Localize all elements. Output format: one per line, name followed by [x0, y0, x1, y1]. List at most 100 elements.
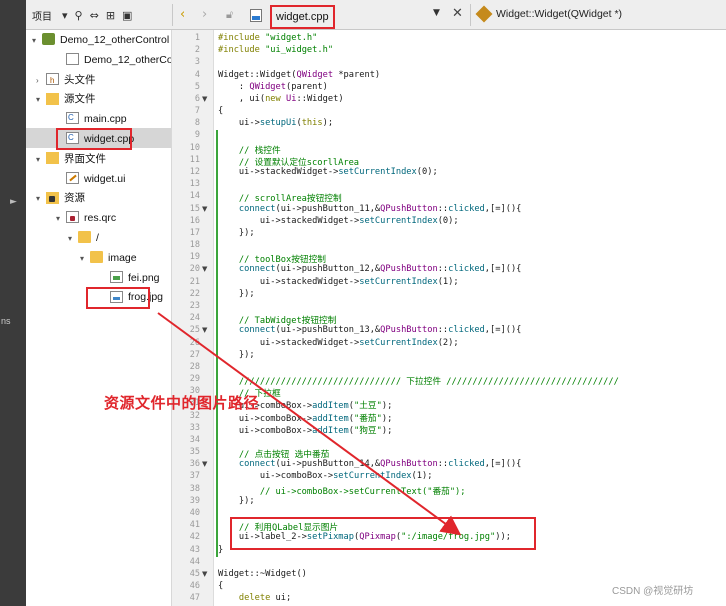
- code-line[interactable]: connect(ui->pushButton_12,&QPushButton::…: [218, 264, 522, 274]
- code-line[interactable]: /////////////////////////////// 下拉控件 ///…: [218, 374, 619, 387]
- tree-toggle-icon[interactable]: ▾: [36, 190, 46, 208]
- tree-item[interactable]: ▾ 界面文件: [36, 150, 106, 168]
- tree-toggle-icon[interactable]: ▾: [36, 91, 46, 109]
- line-number: 42: [189, 532, 200, 543]
- tree-item[interactable]: ▾ Demo_12_otherControl: [32, 31, 169, 49]
- highlight-box: [86, 287, 150, 309]
- project-dropdown[interactable]: 项目: [32, 8, 52, 23]
- tree-item[interactable]: ▾ image: [80, 249, 137, 267]
- close-sidebar-icon[interactable]: ▣: [122, 9, 132, 22]
- code-line[interactable]: ui->stackedWidget->setCurrentIndex(2);: [218, 338, 459, 348]
- code-line[interactable]: ui->stackedWidget->setCurrentIndex(0);: [218, 167, 438, 177]
- line-number: 38: [189, 483, 200, 494]
- tree-toggle-icon[interactable]: ▾: [80, 250, 90, 268]
- file-dropdown-icon[interactable]: ▼: [433, 8, 440, 18]
- tree-item-label: 界面文件: [64, 152, 106, 165]
- tree-toggle-icon[interactable]: ▾: [32, 32, 42, 50]
- tree-item[interactable]: ▾ res.qrc: [56, 209, 116, 227]
- tree-item-label: widget.ui: [84, 172, 126, 185]
- line-number: 24: [189, 313, 200, 324]
- code-line[interactable]: connect(ui->pushButton_13,&QPushButton::…: [218, 325, 522, 335]
- tree-item-label: 资源: [64, 192, 85, 205]
- link-icon[interactable]: ⇔: [90, 9, 99, 22]
- code-line[interactable]: });: [218, 289, 255, 299]
- tree-item[interactable]: widget.ui: [56, 170, 125, 188]
- code-line[interactable]: Widget::~Widget(): [218, 569, 307, 579]
- tree-item[interactable]: fei.png: [100, 269, 160, 287]
- tree-item-label: Demo_12_otherControl: [84, 53, 172, 66]
- code-line[interactable]: : QWidget(parent): [218, 82, 328, 92]
- tree-item-label: main.cpp: [84, 113, 127, 126]
- tree-item[interactable]: Demo_12_otherControl: [56, 51, 172, 69]
- project-tree: ▾ Demo_12_otherControl Demo_12_otherContro…: [26, 30, 172, 606]
- code-line[interactable]: // 设置默认定位scorllArea: [218, 155, 359, 168]
- code-line[interactable]: // ui->comboBox->setCurrentText("番茄");: [218, 484, 466, 497]
- tree-toggle-icon[interactable]: ▾: [36, 151, 46, 169]
- tree-item[interactable]: ▾ /: [68, 229, 99, 247]
- code-line[interactable]: });: [218, 350, 255, 360]
- forward-arrow-icon[interactable]: ›: [202, 7, 207, 22]
- line-number: 21: [189, 276, 200, 287]
- code-line[interactable]: delete ui;: [218, 593, 291, 603]
- close-file-icon[interactable]: ✕: [452, 6, 463, 21]
- code-line[interactable]: ui->comboBox->setCurrentIndex(1);: [218, 471, 433, 481]
- code-line[interactable]: #include "ui_widget.h": [218, 45, 333, 55]
- ui-file-icon: [66, 171, 79, 184]
- code-line[interactable]: ui->comboBox->addItem("狗豆");: [218, 423, 392, 436]
- code-line[interactable]: // toolBox按钮控制: [218, 252, 326, 265]
- tree-item[interactable]: › 头文件: [36, 71, 96, 90]
- code-line[interactable]: connect(ui->pushButton_11,&QPushButton::…: [218, 204, 522, 214]
- line-number: 39: [189, 495, 200, 506]
- code-line[interactable]: // scrollArea按钮控制: [218, 191, 342, 204]
- code-line[interactable]: // 点击按钮 选中番茄: [218, 447, 329, 460]
- line-number: 10: [189, 142, 200, 153]
- editor-toolbar: 项目 ▾ ⚲ ⇔ ⊞ ▣ ‹ › 🔓︎ widget.cpp ▼ ✕ Widge…: [26, 0, 726, 30]
- tree-toggle-icon[interactable]: ▾: [68, 230, 78, 248]
- code-line[interactable]: , ui(new Ui::Widget): [218, 94, 344, 104]
- fold-marker-icon[interactable]: ▼: [202, 460, 207, 468]
- line-number: 14: [189, 191, 200, 202]
- code-line[interactable]: });: [218, 496, 255, 506]
- code-line[interactable]: ui->setupUi(this);: [218, 118, 333, 128]
- code-line[interactable]: connect(ui->pushButton_14,&QPushButton::…: [218, 459, 522, 469]
- line-number: 29: [189, 374, 200, 385]
- header-folder-icon: [46, 72, 59, 90]
- code-line[interactable]: {: [218, 106, 223, 116]
- code-line[interactable]: Widget::Widget(QWidget *parent): [218, 70, 380, 80]
- code-line[interactable]: });: [218, 228, 255, 238]
- fold-marker-icon[interactable]: ▼: [202, 326, 207, 334]
- symbol-selector[interactable]: Widget::Widget(QWidget *): [496, 8, 622, 20]
- dropdown-chevron-icon[interactable]: ▾: [62, 9, 68, 22]
- code-line[interactable]: #include "widget.h": [218, 33, 317, 43]
- fold-marker-icon[interactable]: ▼: [202, 265, 207, 273]
- tree-item[interactable]: ▾ 源文件: [36, 90, 96, 108]
- tree-item[interactable]: main.cpp: [56, 110, 127, 128]
- code-line[interactable]: {: [218, 581, 223, 591]
- line-number: 6: [194, 93, 200, 104]
- fold-marker-icon[interactable]: ▼: [202, 570, 207, 578]
- qrc-file-icon: [66, 211, 79, 224]
- annotation-label: 资源文件中的图片路径: [104, 394, 260, 412]
- line-number: 34: [189, 434, 200, 445]
- tree-toggle-icon[interactable]: ▾: [56, 210, 66, 228]
- line-number: 20: [189, 264, 200, 275]
- code-line[interactable]: // TabWidget按钮控制: [218, 313, 337, 326]
- expand-arrow-icon[interactable]: ►: [10, 197, 17, 207]
- highlight-box: [230, 517, 536, 550]
- filter-icon[interactable]: ⚲: [75, 9, 83, 22]
- fold-marker-icon[interactable]: ▼: [202, 95, 207, 103]
- fold-marker-icon[interactable]: ▼: [202, 205, 207, 213]
- code-line[interactable]: ui->stackedWidget->setCurrentIndex(0);: [218, 216, 459, 226]
- tree-item[interactable]: ▾ 资源: [36, 189, 85, 207]
- open-file-tab[interactable]: widget.cpp: [270, 5, 335, 29]
- back-arrow-icon[interactable]: ‹: [180, 7, 185, 22]
- code-line[interactable]: // 栈控件: [218, 143, 281, 156]
- line-number: 22: [189, 288, 200, 299]
- split-icon[interactable]: ⊞: [106, 9, 115, 22]
- code-editor[interactable]: 1 #include "widget.h" 2 #include "ui_widget…: [172, 30, 726, 606]
- left-mode-strip: ► ns: [0, 0, 26, 606]
- toolbar-divider: [470, 4, 471, 26]
- tree-toggle-icon[interactable]: ›: [36, 72, 46, 90]
- code-line[interactable]: }: [218, 545, 223, 555]
- code-line[interactable]: ui->stackedWidget->setCurrentIndex(1);: [218, 277, 459, 287]
